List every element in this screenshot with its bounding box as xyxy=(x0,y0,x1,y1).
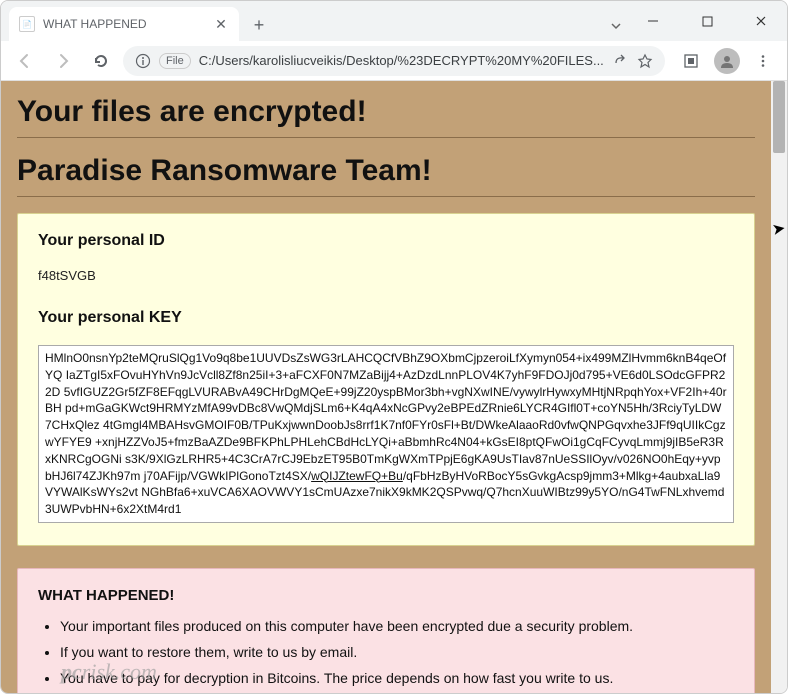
list-item: Your important files produced on this co… xyxy=(60,618,734,634)
reload-button[interactable] xyxy=(85,45,117,77)
maximize-button[interactable] xyxy=(685,6,729,36)
forward-button[interactable] xyxy=(47,45,79,77)
personal-id-value: f48tSVGB xyxy=(38,268,734,283)
star-icon[interactable] xyxy=(637,53,653,69)
divider xyxy=(17,137,755,138)
what-happened-card: WHAT HAPPENED! Your important files prod… xyxy=(17,568,755,693)
divider xyxy=(17,196,755,197)
key-underlined: wQIJZtewFQ+Bu xyxy=(311,469,403,483)
file-pill: File xyxy=(159,53,191,69)
scrollbar[interactable] xyxy=(771,81,787,693)
info-icon xyxy=(135,53,151,69)
heading-team: Paradise Ransomware Team! xyxy=(17,154,755,188)
page-content: Your files are encrypted! Paradise Ranso… xyxy=(1,81,771,693)
window-controls xyxy=(631,1,783,41)
menu-button[interactable] xyxy=(747,45,779,77)
key-line: NGhBfa6+xuVCA6XAOVWVY1sCmUAzxe7nikX9kMK2… xyxy=(45,485,724,516)
list-item: You have to pay for decryption in Bitcoi… xyxy=(60,670,734,686)
address-text: C:/Users/karolisliucveikis/Desktop/%23DE… xyxy=(199,53,605,68)
heading-encrypted: Your files are encrypted! xyxy=(17,95,755,129)
file-icon: 📄 xyxy=(19,16,35,32)
id-key-card: Your personal ID f48tSVGB Your personal … xyxy=(17,213,755,546)
list-item: If you want to restore them, write to us… xyxy=(60,644,734,660)
address-bar[interactable]: File C:/Users/karolisliucveikis/Desktop/… xyxy=(123,46,665,76)
toolbar: File C:/Users/karolisliucveikis/Desktop/… xyxy=(1,41,787,81)
personal-key-box[interactable]: HMlnO0nsnYp2teMQruSlQg1Vo9q8be1UUVDsZsWG… xyxy=(38,345,734,523)
share-icon[interactable] xyxy=(613,53,629,69)
tab-current[interactable]: 📄 WHAT HAPPENED ✕ xyxy=(9,7,239,41)
profile-avatar[interactable] xyxy=(711,45,743,77)
back-button[interactable] xyxy=(9,45,41,77)
personal-key-label: Your personal KEY xyxy=(38,309,734,327)
scroll-thumb[interactable] xyxy=(773,81,785,153)
close-button[interactable] xyxy=(739,6,783,36)
key-line: j70AFijp/VGWkIPlGonoTzt4SX/ xyxy=(144,469,311,483)
what-happened-title: WHAT HAPPENED! xyxy=(38,587,734,604)
viewport: Your files are encrypted! Paradise Ranso… xyxy=(1,81,787,693)
extensions-icon[interactable] xyxy=(675,45,707,77)
new-tab-button[interactable]: + xyxy=(245,11,273,39)
what-happened-list: Your important files produced on this co… xyxy=(38,618,734,686)
minimize-button[interactable] xyxy=(631,6,675,36)
browser-window: 📄 WHAT HAPPENED ✕ + xyxy=(0,0,788,694)
close-icon[interactable]: ✕ xyxy=(213,16,229,32)
chevron-down-icon[interactable] xyxy=(601,11,631,41)
tabbar: 📄 WHAT HAPPENED ✕ + xyxy=(1,1,601,41)
personal-id-label: Your personal ID xyxy=(38,232,734,250)
titlebar: 📄 WHAT HAPPENED ✕ + xyxy=(1,1,787,41)
tab-title: WHAT HAPPENED xyxy=(43,17,213,31)
